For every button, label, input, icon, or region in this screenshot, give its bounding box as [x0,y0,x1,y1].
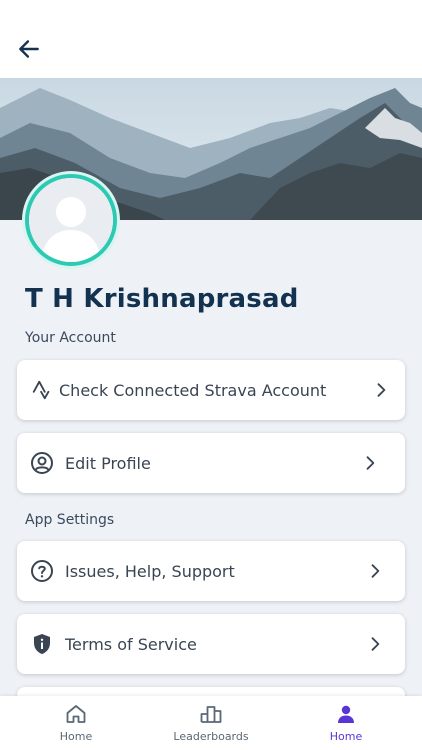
check-strava-label: Check Connected Strava Account [59,380,327,400]
check-strava-account-button[interactable]: Check Connected Strava Account [17,360,405,420]
avatar[interactable] [25,174,117,266]
user-silhouette-icon [29,178,113,262]
section-app-settings: App Settings [25,512,115,528]
nav-leaderboards[interactable]: Leaderboards [161,702,261,743]
chevron-right-icon [365,561,385,581]
profile-name: T H Krishnaprasad [25,284,299,314]
top-app-bar [0,0,422,78]
home-icon [66,705,86,723]
chevron-right-icon [365,634,385,654]
strava-icon [29,377,55,403]
podium-icon [200,706,222,723]
help-circle-icon [29,558,55,584]
person-icon [338,705,354,723]
nav-leaderboards-label: Leaderboards [173,730,249,743]
nav-home-label: Home [59,730,93,743]
section-your-account: Your Account [25,330,116,346]
terms-of-service-label: Terms of Service [65,634,197,654]
shield-info-icon [29,631,55,657]
nav-profile-label: Home [329,730,363,743]
chevron-right-icon [360,453,380,473]
issues-help-support-label: Issues, Help, Support [65,561,235,581]
terms-of-service-button[interactable]: Terms of Service [17,614,405,674]
user-circle-icon [29,450,55,476]
chevron-right-icon [371,380,391,400]
bottom-navigation: Home Leaderboards Home [0,696,422,750]
nav-profile[interactable]: Home [296,702,396,743]
nav-home[interactable]: Home [26,702,126,743]
edit-profile-button[interactable]: Edit Profile [17,433,405,493]
back-button[interactable] [14,34,44,64]
issues-help-support-button[interactable]: Issues, Help, Support [17,541,405,601]
arrow-left-icon [19,40,39,58]
edit-profile-label: Edit Profile [65,453,151,473]
